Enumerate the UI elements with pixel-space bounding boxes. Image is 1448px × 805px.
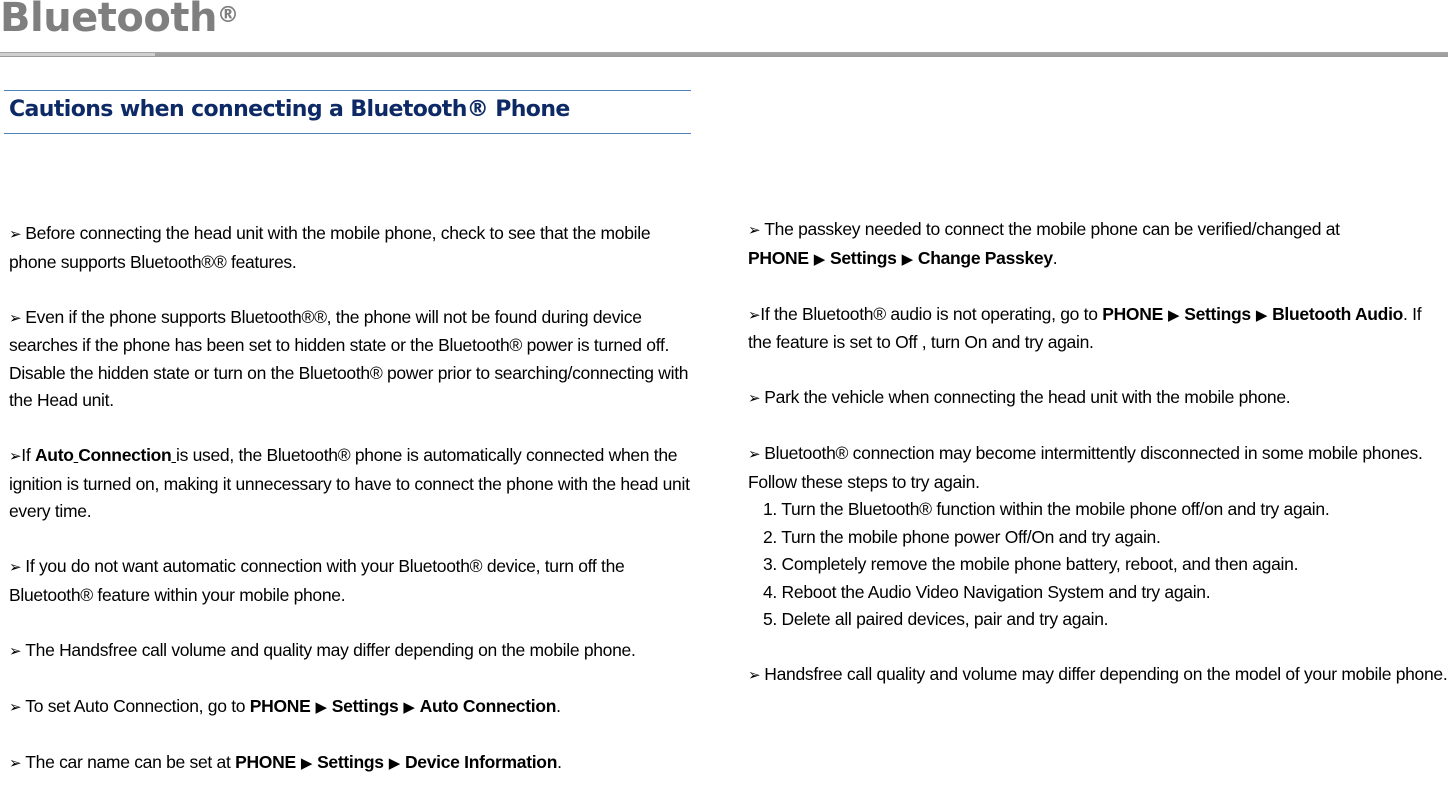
triangle-right-icon: ▶ <box>1255 306 1268 324</box>
step-item: 2. Turn the mobile phone power Off/On an… <box>763 526 1161 547</box>
bullet-arrow-icon: ➢ <box>9 309 22 327</box>
caution-item: ➢ To set Auto Connection, go to PHONE ▶ Set… <box>9 693 699 722</box>
menu-path-device-information: Device Information <box>404 751 558 772</box>
menu-path-settings: Settings <box>1184 303 1251 324</box>
bullet-arrow-icon: ➢ <box>9 698 22 716</box>
caution-item: ➢ Before connecting the head unit with th… <box>9 220 699 276</box>
term-auto: Auto <box>34 445 74 465</box>
page-title-text: Bluetooth <box>0 0 217 41</box>
caution-intro: ➢ Bluetooth® connection may become interm… <box>748 440 1448 496</box>
caution-text: If you do not want automatic connection … <box>9 556 625 605</box>
step-item: 5. Delete all paired devices, pair and t… <box>763 609 1109 629</box>
caution-item: ➢ Handsfree call quality and volume may d… <box>748 661 1448 690</box>
menu-path-settings: Settings <box>331 695 399 716</box>
caution-text: Before connecting the head unit with the… <box>9 223 651 272</box>
bullet-arrow-icon: ➢ <box>748 446 761 463</box>
left-column: ➢ Before connecting the head unit with th… <box>9 220 699 805</box>
page-title: Bluetooth® <box>0 0 239 46</box>
bullet-arrow-icon: ➢ <box>9 559 22 576</box>
troubleshooting-steps: 1. Turn the Bluetooth® function within t… <box>748 496 1448 634</box>
caution-item: ➢ The passkey needed to connect the mobil… <box>748 216 1448 273</box>
caution-text-prefix: The passkey needed to connect the mobile… <box>764 219 1340 239</box>
menu-path-phone: PHONE <box>1102 303 1163 324</box>
caution-text: Even if the phone supports Bluetooth®®, … <box>9 306 689 411</box>
bullet-arrow-icon: ➢ <box>9 448 22 465</box>
bullet-arrow-icon: ➢ <box>748 390 761 407</box>
triangle-right-icon: ▶ <box>901 250 914 268</box>
bullet-arrow-icon: ➢ <box>748 667 761 684</box>
caution-item: ➢If the Bluetooth® audio is not operatin… <box>748 301 1448 357</box>
title-divider-highlight <box>0 53 155 56</box>
caution-text: Park the vehicle when connecting the hea… <box>764 387 1291 407</box>
step-item: 4. Reboot the Audio Video Navigation Sys… <box>763 581 1211 602</box>
triangle-right-icon: ▶ <box>388 754 401 772</box>
caution-text: Handsfree call quality and volume may di… <box>764 664 1448 684</box>
caution-text-prefix: The car name can be set at <box>25 751 236 772</box>
bullet-arrow-icon: ➢ <box>9 642 22 660</box>
step-item: 1. Turn the Bluetooth® function within t… <box>763 499 1330 519</box>
section-heading: Cautions when connecting a Bluetooth® Ph… <box>9 97 570 122</box>
triangle-right-icon: ▶ <box>300 754 313 772</box>
caution-item: ➢ Bluetooth® connection may become interm… <box>748 440 1448 634</box>
caution-text: Bluetooth® connection may become intermi… <box>748 443 1423 492</box>
caution-item: ➢ The Handsfree call volume and quality m… <box>9 637 699 666</box>
caution-text-prefix: To set Auto Connection, go to <box>25 695 250 716</box>
caution-item: ➢ Park the vehicle when connecting the he… <box>748 384 1448 413</box>
menu-path-change-passkey: Change Passkey <box>917 247 1053 268</box>
bullet-arrow-icon: ➢ <box>9 754 22 772</box>
triangle-right-icon: ▶ <box>315 698 328 716</box>
menu-path-phone: PHONE <box>235 751 296 772</box>
right-column: ➢ The passkey needed to connect the mobil… <box>748 216 1448 717</box>
menu-path-settings: Settings <box>317 751 384 772</box>
step-item: 3. Completely remove the mobile phone ba… <box>763 554 1299 574</box>
caution-item: ➢ Even if the phone supports Bluetooth®®,… <box>9 304 699 415</box>
menu-path-bluetooth-audio: Bluetooth Audio <box>1272 303 1404 324</box>
triangle-right-icon: ▶ <box>403 698 415 716</box>
term-connection: Connection <box>78 445 172 465</box>
section-heading-box: Cautions when connecting a Bluetooth® Ph… <box>4 90 691 134</box>
menu-path-settings: Settings <box>829 247 897 268</box>
bullet-arrow-icon: ➢ <box>748 222 761 239</box>
caution-text-suffix: . <box>1052 247 1058 268</box>
caution-item: ➢ The car name can be set at PHONE ▶ Settin… <box>9 749 699 778</box>
caution-text-suffix: . <box>556 695 561 716</box>
caution-text: The Handsfree call volume and quality ma… <box>25 639 636 660</box>
menu-path-auto-connection: Auto Connection <box>419 695 557 716</box>
menu-path-phone: PHONE <box>748 247 809 268</box>
caution-item: ➢If Auto Connection is used, the Bluetoo… <box>9 442 699 526</box>
caution-text-suffix: . <box>557 751 562 772</box>
triangle-right-icon: ▶ <box>1167 306 1180 324</box>
menu-path-phone: PHONE <box>249 695 311 716</box>
caution-text-prefix: If <box>21 445 35 465</box>
bullet-arrow-icon: ➢ <box>9 226 22 243</box>
title-divider <box>0 52 1448 57</box>
caution-item: ➢ If you do not want automatic connection… <box>9 553 699 609</box>
registered-mark: ® <box>216 3 239 28</box>
triangle-right-icon: ▶ <box>813 250 826 268</box>
bullet-arrow-icon: ➢ <box>748 306 761 324</box>
caution-text-prefix: If the Bluetooth® audio is not operating… <box>760 303 1103 324</box>
